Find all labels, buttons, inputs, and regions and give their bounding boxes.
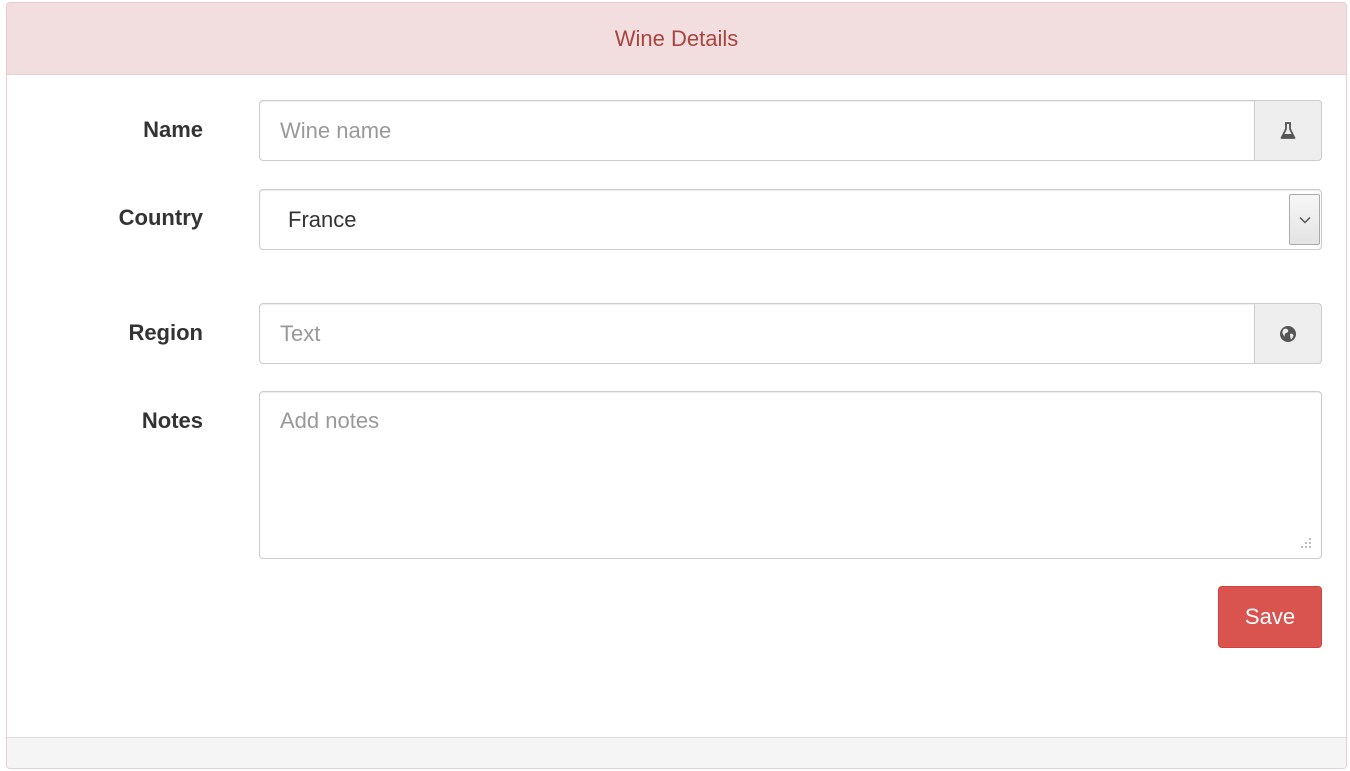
region-input[interactable] [259,303,1255,364]
country-select[interactable]: France [259,189,1322,250]
flask-icon [1280,121,1296,139]
resize-grip-icon[interactable] [1298,535,1312,549]
chevron-down-icon [1298,216,1311,224]
globe-icon [1280,325,1296,342]
country-dropdown-button[interactable] [1289,194,1320,245]
notes-textarea[interactable] [259,391,1322,559]
panel-title: Wine Details [614,25,739,51]
wine-details-panel: Wine Details Name Country France Region [6,2,1347,769]
save-button[interactable]: Save [1218,586,1322,648]
region-addon [1255,303,1322,364]
name-label: Name [143,117,203,142]
notes-label: Notes [141,408,203,433]
panel-heading: Wine Details [7,3,1346,75]
region-input-group [259,303,1322,364]
name-addon [1255,100,1322,161]
name-input-group [259,100,1322,161]
name-input[interactable] [259,100,1255,161]
panel-footer [7,737,1346,768]
region-label: Region [128,320,203,345]
country-label: Country [118,205,203,230]
country-selected-value: France [288,207,357,232]
